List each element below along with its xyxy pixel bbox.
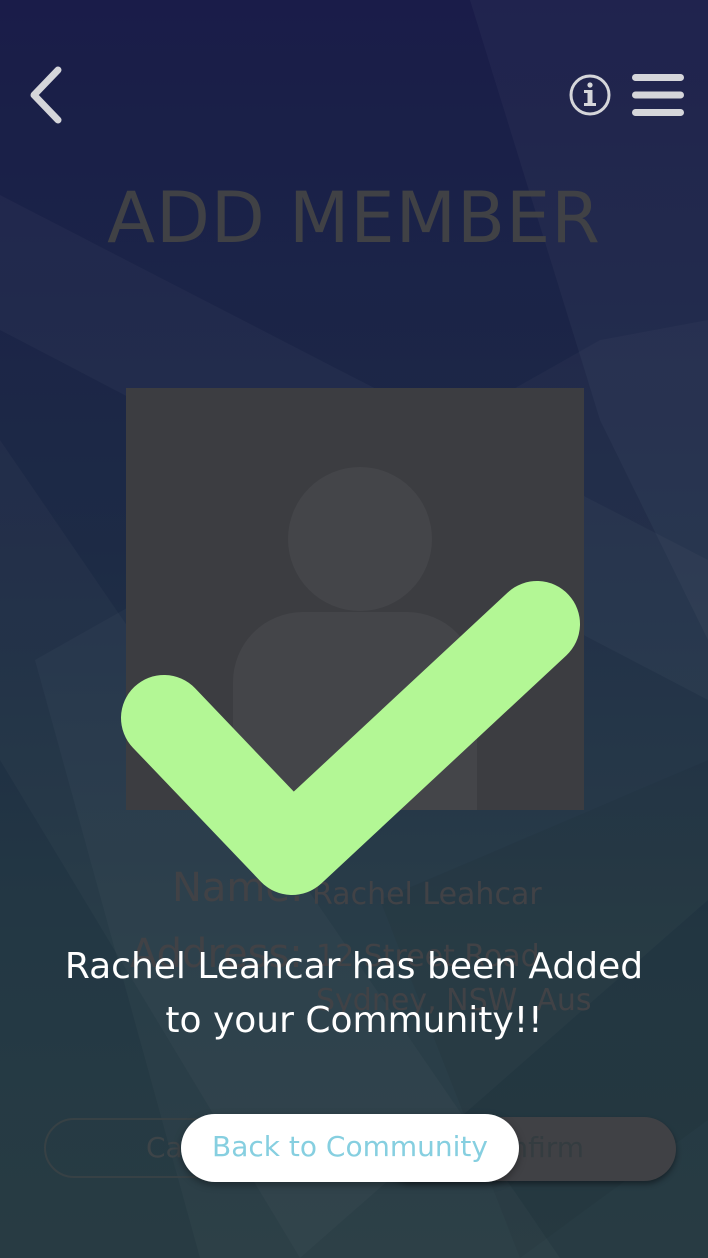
success-message: Rachel Leahcar has been Added to your Co… — [30, 940, 678, 1048]
checkmark-icon — [121, 581, 580, 895]
back-to-community-button[interactable]: Back to Community — [181, 1114, 519, 1182]
success-message-line-2: to your Community!! — [165, 1000, 543, 1041]
success-message-line-1: Rachel Leahcar has been Added — [64, 946, 644, 987]
